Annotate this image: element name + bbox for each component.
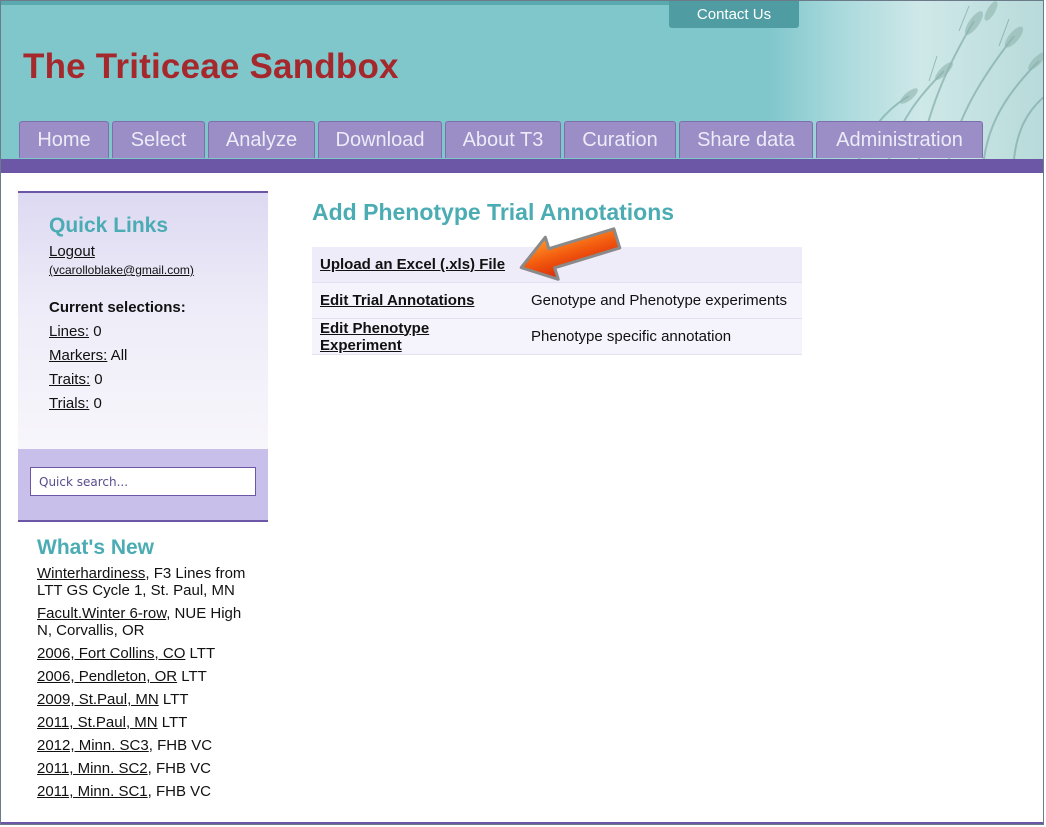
nav-tab-analyze[interactable]: Analyze: [208, 121, 315, 158]
edit-trial-annotations-link[interactable]: Edit Trial Annotations: [320, 292, 474, 309]
selection-traits: Traits: 0: [49, 371, 103, 388]
arrow-pointing-left-icon: [511, 217, 631, 286]
nav-tab-administration[interactable]: Administration: [816, 121, 983, 158]
news-detail: LTT: [185, 645, 216, 662]
news-detail: , FHB VC: [147, 760, 211, 777]
action-cell: Edit Trial Annotations: [312, 282, 523, 319]
news-item: Facult.Winter 6-row, NUE High N, Corvall…: [37, 605, 259, 639]
news-item: 2006, Pendleton, OR LTT: [37, 668, 259, 685]
table-row: Edit Trial Annotations Genotype and Phen…: [312, 282, 802, 319]
whats-new-heading: What's New: [37, 536, 155, 559]
upload-excel-link[interactable]: Upload an Excel (.xls) File: [320, 256, 505, 273]
news-item: Winterhardiness, F3 Lines from LTT GS Cy…: [37, 565, 259, 599]
selection-lines: Lines: 0: [49, 323, 102, 340]
action-cell: Upload an Excel (.xls) File: [312, 247, 523, 283]
quick-links-heading: Quick Links: [49, 214, 169, 237]
description-cell: Phenotype specific annotation: [523, 318, 802, 355]
action-cell: Edit Phenotype Experiment: [312, 318, 523, 355]
news-detail: LTT: [158, 691, 189, 708]
contact-us-link[interactable]: Contact Us: [669, 1, 799, 28]
nav-tab-select[interactable]: Select: [112, 121, 205, 158]
current-selections-label: Current selections:: [49, 299, 186, 316]
news-link[interactable]: 2011, St.Paul, MN: [37, 714, 158, 731]
news-link[interactable]: 2006, Fort Collins, CO: [37, 645, 185, 662]
news-item: 2006, Fort Collins, CO LTT: [37, 645, 259, 662]
news-item: 2009, St.Paul, MN LTT: [37, 691, 259, 708]
description-cell: Genotype and Phenotype experiments: [523, 282, 802, 319]
markers-count: All: [107, 347, 128, 364]
news-detail: , FHB VC: [148, 737, 213, 754]
news-link[interactable]: 2011, Minn. SC2: [37, 760, 148, 777]
logout-link[interactable]: Logout: [49, 243, 95, 260]
news-link[interactable]: 2006, Pendleton, OR: [37, 668, 177, 685]
news-detail: , FHB VC: [147, 783, 211, 800]
news-item: 2011, Minn. SC1, FHB VC: [37, 783, 259, 800]
nav-tab-share-data[interactable]: Share data: [679, 121, 813, 158]
page-frame: The Triticeae Sandbox Contact Us Home Se…: [0, 0, 1044, 825]
news-item: 2011, Minn. SC2, FHB VC: [37, 760, 259, 777]
news-link[interactable]: 2009, St.Paul, MN: [37, 691, 159, 708]
traits-count: 0: [90, 371, 103, 388]
nav-tab-about-t3[interactable]: About T3: [445, 121, 561, 158]
lines-count: 0: [89, 323, 102, 340]
news-link[interactable]: Facult.Winter 6-row: [37, 605, 166, 622]
nav-underline-bar: [1, 159, 1043, 173]
edit-phenotype-experiment-link[interactable]: Edit Phenotype Experiment: [320, 320, 429, 354]
news-detail: LTT: [177, 668, 207, 685]
traits-link[interactable]: Traits:: [49, 371, 90, 388]
user-email[interactable]: (vcarolloblake@gmail.com): [49, 263, 194, 277]
nav-tab-curation[interactable]: Curation: [564, 121, 676, 158]
selection-markers: Markers: All: [49, 347, 127, 364]
quick-search-panel: [18, 449, 268, 522]
trials-link[interactable]: Trials:: [49, 395, 89, 412]
trials-count: 0: [89, 395, 102, 412]
markers-link[interactable]: Markers:: [49, 347, 107, 364]
site-header: The Triticeae Sandbox Contact Us Home Se…: [1, 1, 1043, 159]
lines-link[interactable]: Lines:: [49, 323, 89, 340]
nav-tab-home[interactable]: Home: [19, 121, 109, 158]
quick-search-input[interactable]: [30, 467, 256, 496]
news-link[interactable]: 2011, Minn. SC1: [37, 783, 148, 800]
selection-trials: Trials: 0: [49, 395, 102, 412]
site-title: The Triticeae Sandbox: [23, 47, 399, 86]
table-row: Edit Phenotype Experiment Phenotype spec…: [312, 318, 802, 355]
nav-tab-download[interactable]: Download: [318, 121, 442, 158]
footer-rule: [1, 822, 1043, 824]
whats-new-list: Winterhardiness, F3 Lines from LTT GS Cy…: [37, 565, 259, 806]
main-nav: Home Select Analyze Download About T3 Cu…: [19, 121, 986, 159]
news-link[interactable]: Winterhardiness: [37, 565, 145, 582]
news-item: 2011, St.Paul, MN LTT: [37, 714, 259, 731]
news-item: 2012, Minn. SC3, FHB VC: [37, 737, 259, 754]
news-link[interactable]: 2012, Minn. SC3: [37, 737, 149, 754]
news-detail: LTT: [157, 714, 188, 731]
quick-links-panel: Quick Links Logout (vcarolloblake@gmail.…: [18, 191, 268, 449]
